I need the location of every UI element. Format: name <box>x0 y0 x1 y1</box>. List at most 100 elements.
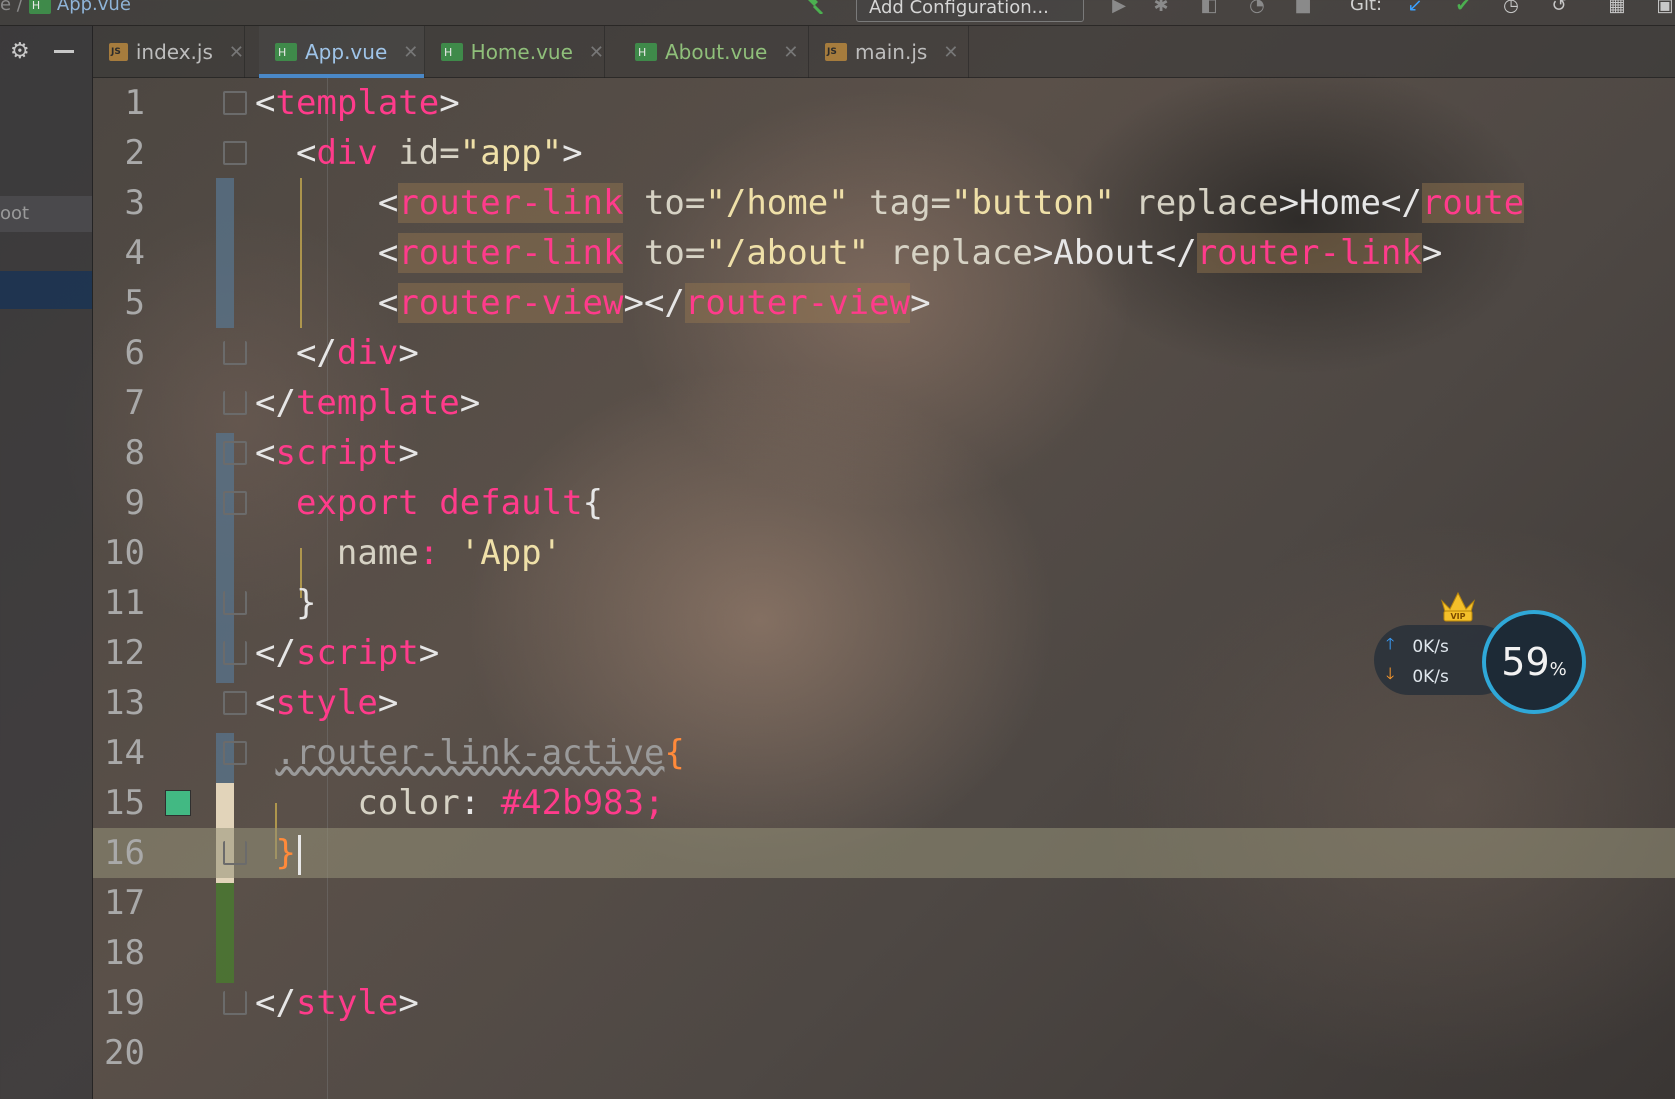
code-line[interactable]: 17 <box>93 878 1675 928</box>
usage-percent: 59% <box>1501 640 1566 684</box>
git-history-icon[interactable]: ◷ <box>1500 0 1522 16</box>
close-icon[interactable]: ✕ <box>943 42 958 63</box>
line-number: 1 <box>124 83 145 123</box>
fold-icon[interactable] <box>223 91 247 115</box>
line-number: 11 <box>104 583 145 623</box>
code-text: <router-link to="/home" tag="button" rep… <box>377 183 1525 223</box>
debug-icon[interactable]: ✱ <box>1150 0 1172 16</box>
sidebar-item-root[interactable]: oot <box>0 196 92 232</box>
gear-icon[interactable]: ⚙ <box>10 39 30 64</box>
sidebar-selected-item[interactable] <box>0 271 92 309</box>
project-sidebar: ⚙ oot <box>0 26 93 1099</box>
fold-end-icon[interactable] <box>223 641 247 665</box>
code-line[interactable]: 18 <box>93 928 1675 978</box>
code-line[interactable]: 20 <box>93 1028 1675 1078</box>
vue-file-icon <box>28 0 51 14</box>
stop-icon[interactable]: ■ <box>1292 0 1314 16</box>
breadcrumb: e / App.vue <box>0 0 131 15</box>
code-line[interactable]: 5 <router-view></router-view> <box>93 278 1675 328</box>
line-number: 20 <box>104 1033 145 1073</box>
vip-crown-icon: VIP <box>1440 591 1476 622</box>
code-token: Home <box>1299 183 1381 223</box>
js-file-icon <box>109 43 128 61</box>
line-number: 14 <box>104 733 145 773</box>
collapse-icon[interactable] <box>53 49 74 53</box>
vue-file-icon <box>275 43 297 61</box>
upload-speed-row: 🡑 0K/s <box>1386 633 1449 660</box>
code-line[interactable]: 3 <router-link to="/home" tag="button" r… <box>93 178 1675 228</box>
tab-home-vue[interactable]: Home.vue ✕ <box>425 26 605 78</box>
line-number: 10 <box>104 533 145 573</box>
tab-about-vue[interactable]: About.vue ✕ <box>619 26 809 78</box>
network-speed-widget[interactable]: VIP 🡑 0K/s 🡓 0K/s 59% <box>1370 585 1590 714</box>
code-text: <style> <box>255 683 399 723</box>
fold-end-icon[interactable] <box>223 841 247 865</box>
close-icon[interactable]: ✕ <box>229 42 244 63</box>
code-line[interactable]: 19 </style> <box>93 978 1675 1028</box>
code-text: <template> <box>255 83 460 123</box>
upload-arrow-icon: 🡑 <box>1386 634 1395 653</box>
close-icon[interactable]: ✕ <box>783 42 798 63</box>
git-update-icon[interactable]: ↙ <box>1404 0 1426 16</box>
code-line[interactable]: 6 </div> <box>93 328 1675 378</box>
line-number: 16 <box>104 833 145 873</box>
code-line[interactable]: 2 <div id="app"> <box>93 128 1675 178</box>
code-token: id= <box>377 133 460 173</box>
code-token: default <box>439 483 583 523</box>
git-rollback-icon[interactable]: ↺ <box>1548 0 1570 16</box>
line-number: 19 <box>104 983 145 1023</box>
code-line[interactable]: 10 name: 'App' <box>93 528 1675 578</box>
fold-icon[interactable] <box>223 691 247 715</box>
code-line[interactable]: 14 .router-link-active{ <box>93 728 1675 778</box>
code-line[interactable]: 15 color: #42b983; <box>93 778 1675 828</box>
tab-index-js[interactable]: index.js ✕ <box>93 26 245 78</box>
code-token: router-link <box>398 183 624 223</box>
close-icon[interactable]: ✕ <box>403 42 418 63</box>
code-token: style <box>275 683 378 723</box>
project-structure-icon[interactable]: ▦ <box>1606 0 1628 16</box>
code-token: div <box>336 333 399 373</box>
code-line[interactable]: 4 <router-link to="/about" replace>About… <box>93 228 1675 278</box>
fold-end-icon[interactable] <box>223 391 247 415</box>
breadcrumb-file[interactable]: App.vue <box>57 0 131 15</box>
code-text: } <box>295 583 317 623</box>
profile-icon[interactable]: ◔ <box>1246 0 1268 16</box>
git-commit-icon[interactable]: ✔ <box>1452 0 1474 16</box>
line-number: 17 <box>104 883 145 923</box>
fold-end-icon[interactable] <box>223 991 247 1015</box>
code-token: router-link <box>1196 233 1422 273</box>
code-line[interactable]: 7 </template> <box>93 378 1675 428</box>
code-token: route <box>1421 183 1525 223</box>
code-text: <router-view></router-view> <box>377 283 931 323</box>
fold-end-icon[interactable] <box>223 591 247 615</box>
code-line[interactable]: 1 <template> <box>93 78 1675 128</box>
memory-usage-ring[interactable]: 59% <box>1482 610 1586 714</box>
fold-icon[interactable] <box>223 141 247 165</box>
tab-app-vue[interactable]: App.vue ✕ <box>259 26 425 78</box>
close-icon[interactable]: ✕ <box>589 42 604 63</box>
code-token: "/about" <box>705 233 870 273</box>
toolbar-overflow-icon[interactable]: ▣ <box>1654 0 1675 16</box>
code-line-current[interactable]: 16 } <box>93 828 1675 878</box>
color-swatch-icon[interactable] <box>165 790 191 816</box>
code-token: script <box>275 433 399 473</box>
vue-file-icon <box>441 43 463 61</box>
run-coverage-icon[interactable]: ◧ <box>1198 0 1220 16</box>
code-line[interactable]: 8 <script> <box>93 428 1675 478</box>
code-text: <div id="app"> <box>295 133 583 173</box>
fold-icon[interactable] <box>223 741 247 765</box>
build-hammer-icon[interactable] <box>800 0 828 14</box>
fold-icon[interactable] <box>223 491 247 515</box>
fold-end-icon[interactable] <box>223 341 247 365</box>
code-token: color <box>357 783 460 823</box>
run-icon[interactable]: ▶ <box>1108 0 1130 16</box>
fold-icon[interactable] <box>223 441 247 465</box>
line-number: 3 <box>124 183 145 223</box>
code-token: "app" <box>459 133 563 173</box>
code-token: 'App' <box>459 533 563 573</box>
code-token: to= <box>623 183 706 223</box>
code-line[interactable]: 9 export default{ <box>93 478 1675 528</box>
tab-main-js[interactable]: main.js ✕ <box>809 26 969 78</box>
code-token: router-view <box>398 283 624 323</box>
add-configuration-button[interactable]: Add Configuration... <box>856 0 1084 22</box>
